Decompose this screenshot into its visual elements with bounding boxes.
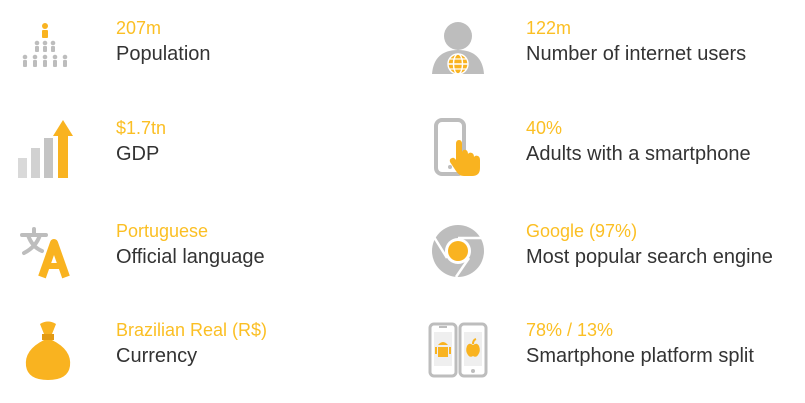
android-apple-phones-icon — [428, 320, 488, 380]
currency-label: Currency — [116, 344, 198, 367]
stat-official-language: Portuguese Official language — [18, 221, 398, 281]
internet-users-value: 122m — [526, 18, 572, 38]
smartphone-value: 40% — [526, 118, 563, 138]
smartphone-touch-icon — [428, 118, 488, 178]
smartphone-label: Adults with a smartphone — [526, 142, 751, 165]
language-value: Portuguese — [116, 221, 209, 241]
language-label: Official language — [116, 245, 265, 268]
platform-split-label: Smartphone platform split — [526, 344, 754, 367]
gdp-label: GDP — [116, 142, 160, 165]
money-bag-icon — [18, 320, 78, 380]
stat-smartphone-adults: 40% Adults with a smartphone — [428, 118, 805, 178]
stat-platform-split: 78% / 13% Smartphone platform split — [428, 320, 805, 380]
population-icon — [18, 18, 78, 78]
search-engine-label: Most popular search engine — [526, 245, 773, 268]
platform-split-value: 78% / 13% — [526, 320, 614, 340]
stat-search-engine: Google (97%) Most popular search engine — [428, 221, 805, 281]
stat-currency: Brazilian Real (R$) Currency — [18, 320, 398, 380]
internet-users-label: Number of internet users — [526, 42, 747, 65]
internet-user-icon — [428, 18, 488, 78]
gdp-value: $1.7tn — [116, 118, 167, 138]
stat-gdp: $1.7tn GDP — [18, 118, 398, 178]
stat-internet-users: 122m Number of internet users — [428, 18, 805, 78]
translate-icon — [18, 221, 78, 281]
gdp-chart-icon — [18, 118, 78, 178]
stat-population: 207m Population — [18, 18, 398, 78]
chrome-logo-icon — [428, 221, 488, 281]
population-label: Population — [116, 42, 211, 65]
currency-value: Brazilian Real (R$) — [116, 320, 268, 340]
population-value: 207m — [116, 18, 162, 38]
search-engine-value: Google (97%) — [526, 221, 638, 241]
